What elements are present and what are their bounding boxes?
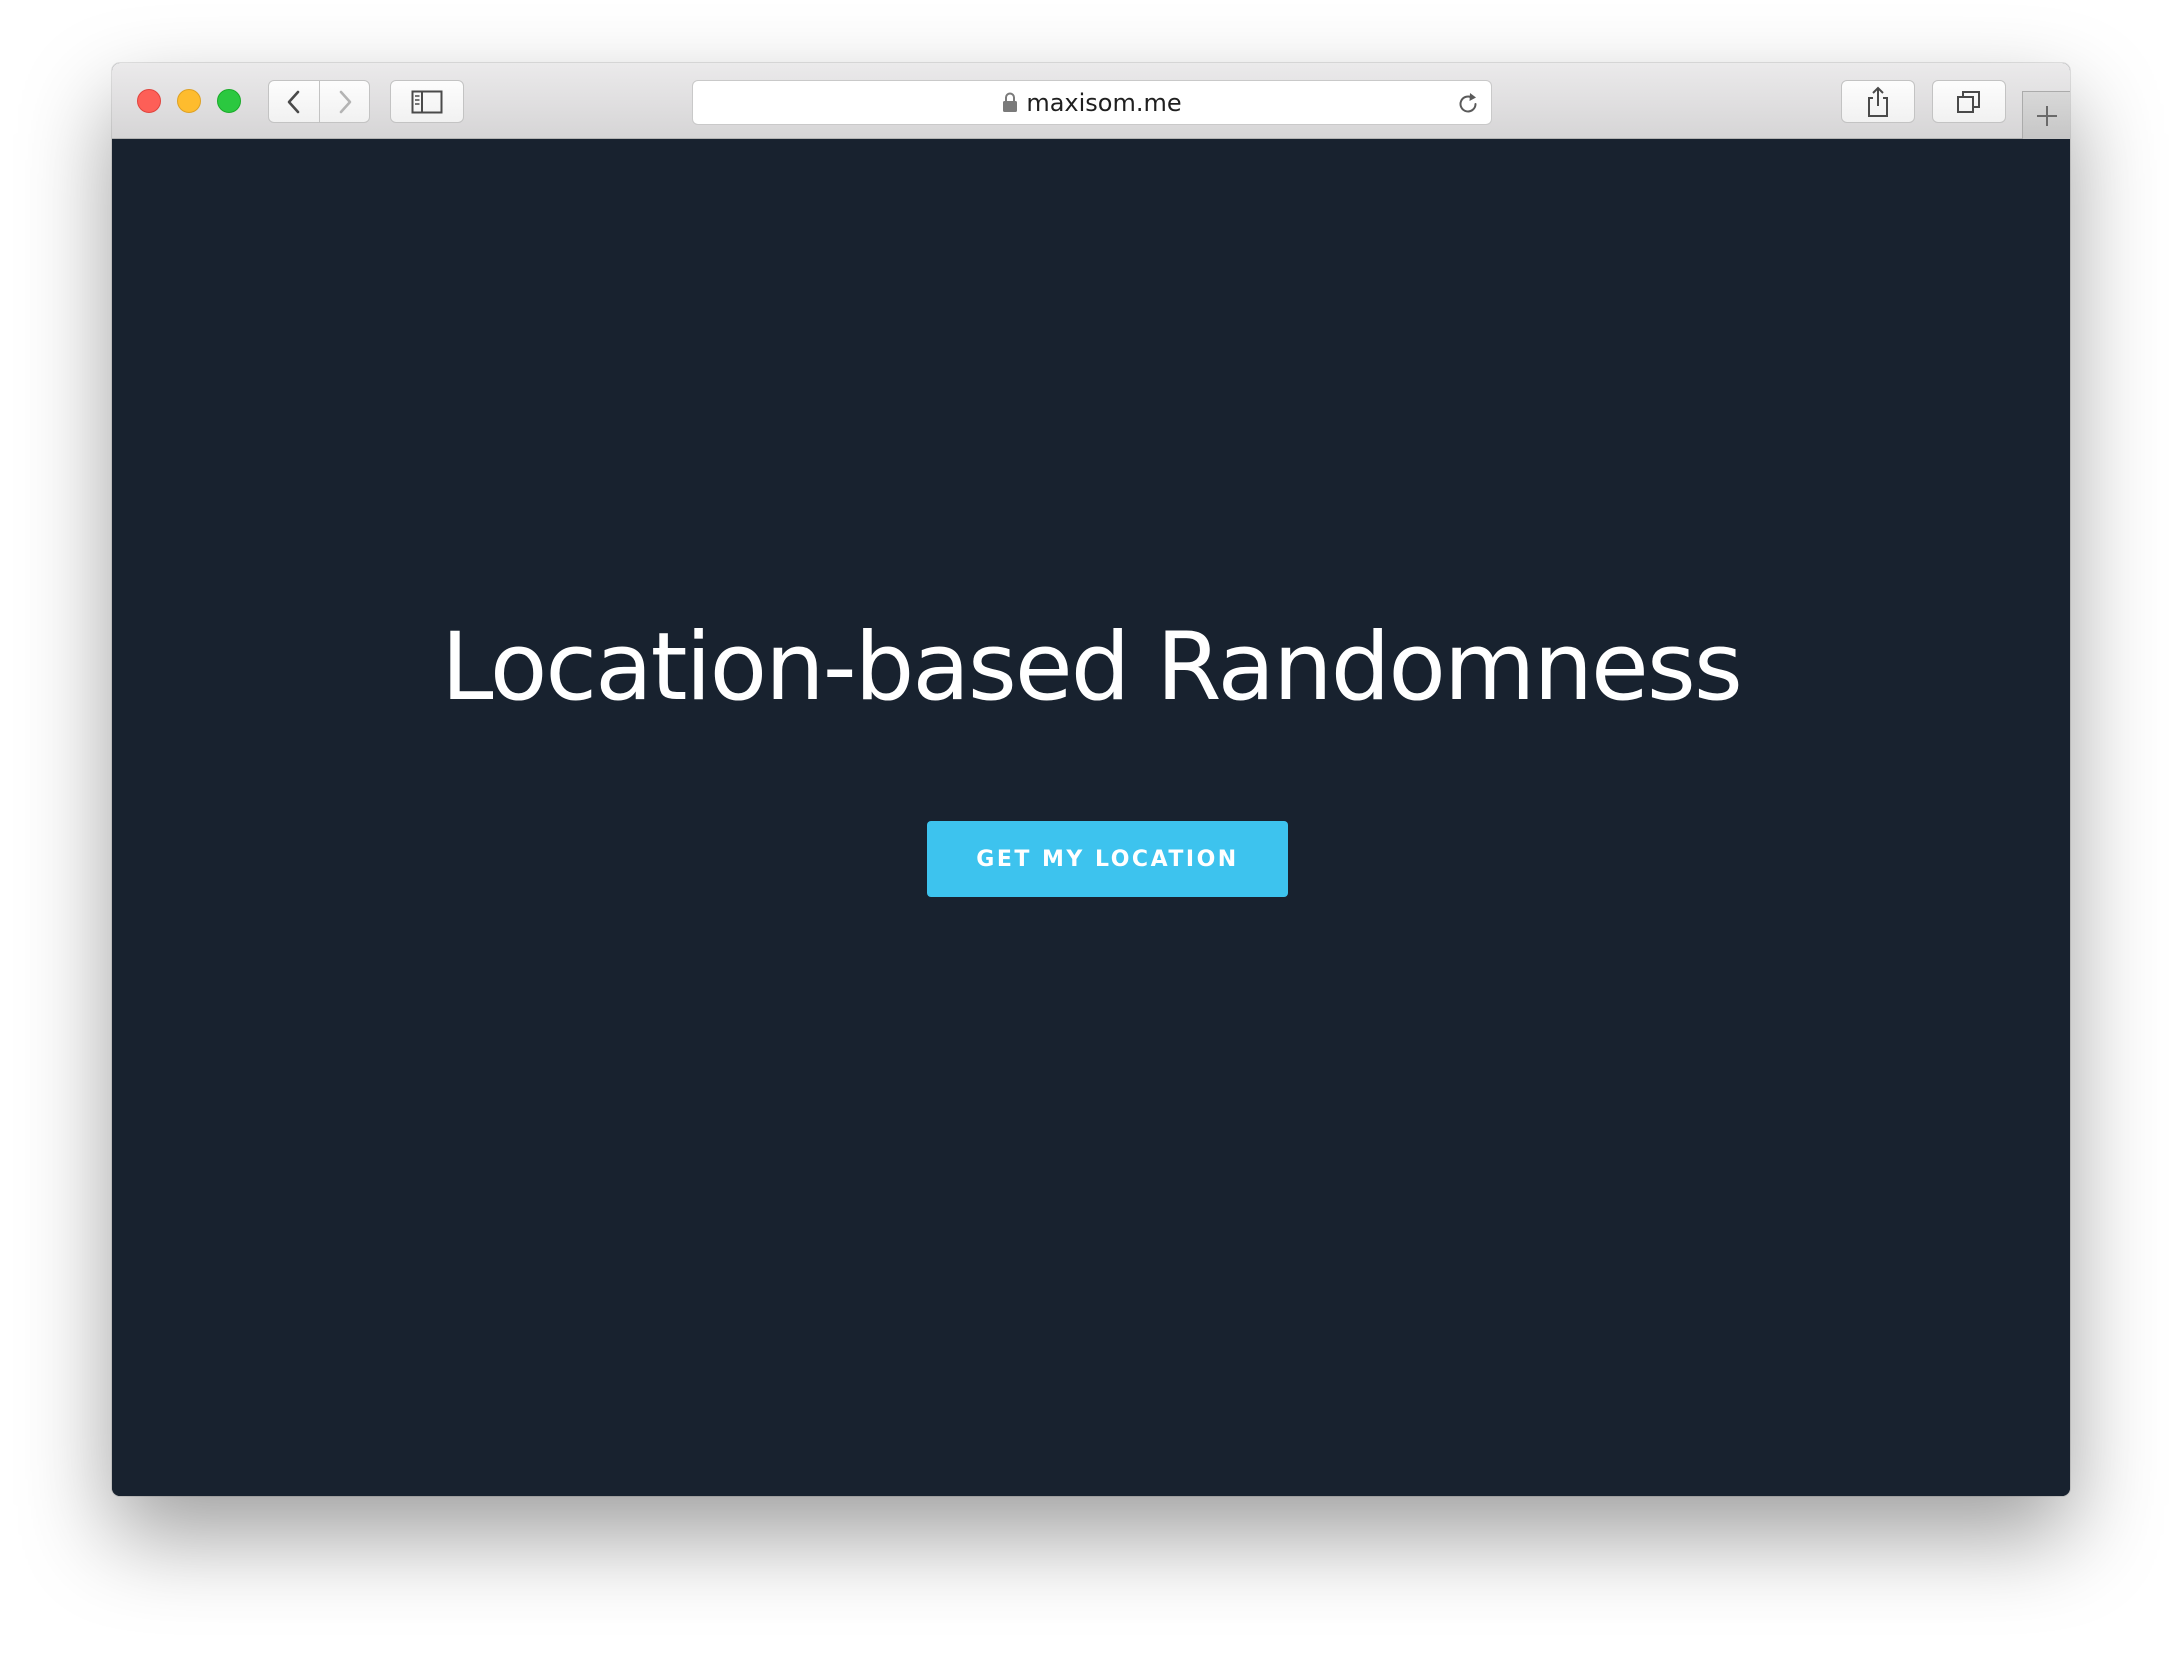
page-content: Location-based Randomness GET MY LOCATIO… bbox=[112, 139, 2070, 1496]
browser-toolbar: maxisom.me bbox=[112, 63, 2070, 139]
zoom-window-button[interactable] bbox=[217, 89, 241, 113]
chevron-right-icon bbox=[339, 90, 351, 113]
sidebar-icon bbox=[411, 90, 443, 113]
close-window-button[interactable] bbox=[137, 89, 161, 113]
address-bar[interactable]: maxisom.me bbox=[692, 80, 1492, 125]
forward-button[interactable] bbox=[319, 80, 370, 123]
back-button[interactable] bbox=[268, 80, 320, 123]
url-text: maxisom.me bbox=[1026, 88, 1182, 117]
page-title: Location-based Randomness bbox=[441, 613, 1743, 722]
new-tab-button[interactable] bbox=[2022, 91, 2070, 139]
get-my-location-button[interactable]: GET MY LOCATION bbox=[927, 821, 1288, 897]
tab-overview-button[interactable] bbox=[1932, 80, 2006, 123]
browser-window: maxisom.me Location-based Randomness GET… bbox=[112, 63, 2070, 1496]
share-button[interactable] bbox=[1841, 80, 1915, 123]
minimize-window-button[interactable] bbox=[177, 89, 201, 113]
chevron-left-icon bbox=[287, 90, 300, 113]
sidebar-toggle-button[interactable] bbox=[390, 80, 464, 123]
share-icon bbox=[1868, 86, 1888, 117]
lock-icon bbox=[1003, 92, 1018, 112]
plus-icon bbox=[2036, 105, 2057, 126]
reload-icon[interactable] bbox=[1455, 91, 1481, 117]
tabs-overview-icon bbox=[1957, 90, 1980, 113]
